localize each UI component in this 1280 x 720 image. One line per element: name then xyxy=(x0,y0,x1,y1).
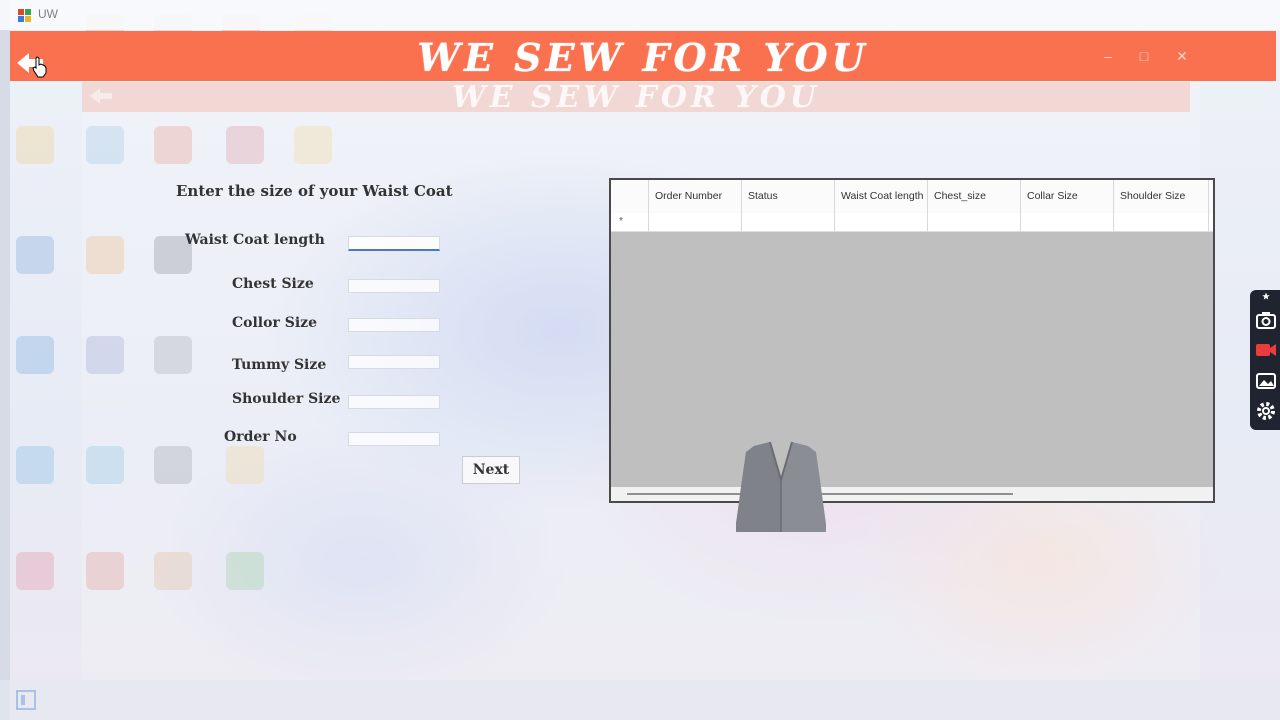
table-cell[interactable] xyxy=(1021,213,1114,231)
mouse-cursor-icon xyxy=(32,56,47,78)
desktop-icon xyxy=(16,446,54,484)
order-no-input[interactable] xyxy=(348,432,440,446)
column-header[interactable]: Chest_size xyxy=(928,180,1021,213)
table-cell[interactable] xyxy=(649,213,742,231)
left-edge xyxy=(0,0,10,720)
ghost-banner-title: WE SEW FOR YOU xyxy=(451,80,821,115)
column-header[interactable]: Shoulder Size xyxy=(1114,180,1209,213)
waist-coat-length-label: Waist Coat length xyxy=(185,232,325,248)
shoulder-size-input[interactable] xyxy=(348,395,440,409)
tummy-size-label: Tummy Size xyxy=(232,357,327,373)
column-header[interactable]: Order Number xyxy=(649,180,742,213)
grid-header: Order Number Status Waist Coat length Ch… xyxy=(611,180,1213,214)
collor-size-label: Collor Size xyxy=(232,315,317,331)
next-button[interactable]: Next xyxy=(462,456,520,484)
waist-coat-length-input[interactable] xyxy=(348,236,440,251)
maximize-icon[interactable]: □ xyxy=(1134,48,1154,64)
column-header[interactable]: Collar Size xyxy=(1021,180,1114,213)
collor-size-input[interactable] xyxy=(348,318,440,332)
new-row-marker: * xyxy=(619,216,623,227)
table-cell[interactable] xyxy=(835,213,928,231)
chest-size-input[interactable] xyxy=(348,279,440,293)
horizontal-scrollbar[interactable] xyxy=(611,487,1213,501)
form-heading: Enter the size of your Waist Coat xyxy=(176,182,453,200)
taskbar xyxy=(0,680,1280,720)
desktop-icon xyxy=(16,336,54,374)
settings-icon[interactable] xyxy=(1255,400,1277,422)
desktop-icon xyxy=(16,126,54,164)
row-header-cell[interactable]: * xyxy=(611,213,649,231)
column-header[interactable]: Status xyxy=(742,180,835,213)
capture-toolbar xyxy=(1250,290,1280,430)
table-cell[interactable] xyxy=(742,213,835,231)
ghost-banner: WE SEW FOR YOU xyxy=(82,80,1190,115)
ghost-back-arrow-icon xyxy=(90,88,112,104)
desktop-icon xyxy=(16,552,54,590)
waist-coat-image xyxy=(736,441,826,532)
minimize-icon[interactable]: – xyxy=(1098,48,1118,64)
camera-icon[interactable] xyxy=(1255,309,1277,331)
desktop-icon xyxy=(16,236,54,274)
pin-icon[interactable] xyxy=(1255,292,1277,304)
tummy-size-input[interactable] xyxy=(348,355,440,369)
app-icon xyxy=(18,9,31,22)
video-icon[interactable] xyxy=(1255,339,1277,361)
header-banner: WE SEW FOR YOU xyxy=(10,31,1276,81)
title-bar: UW xyxy=(0,0,1280,30)
table-row[interactable]: * xyxy=(611,213,1213,232)
column-header[interactable]: Waist Coat length xyxy=(835,180,928,213)
gallery-icon[interactable] xyxy=(1255,370,1277,392)
chest-size-label: Chest Size xyxy=(232,276,314,292)
banner-title: WE SEW FOR YOU xyxy=(417,35,869,80)
table-cell[interactable] xyxy=(1114,213,1209,231)
close-icon[interactable]: ✕ xyxy=(1172,48,1192,64)
row-header-corner xyxy=(611,180,649,213)
start-icon[interactable] xyxy=(16,690,36,710)
orders-grid[interactable]: Order Number Status Waist Coat length Ch… xyxy=(609,178,1215,503)
table-cell[interactable] xyxy=(928,213,1021,231)
window-title: UW xyxy=(38,7,58,21)
order-no-label: Order No xyxy=(224,429,297,445)
shoulder-size-label: Shoulder Size xyxy=(232,391,341,407)
